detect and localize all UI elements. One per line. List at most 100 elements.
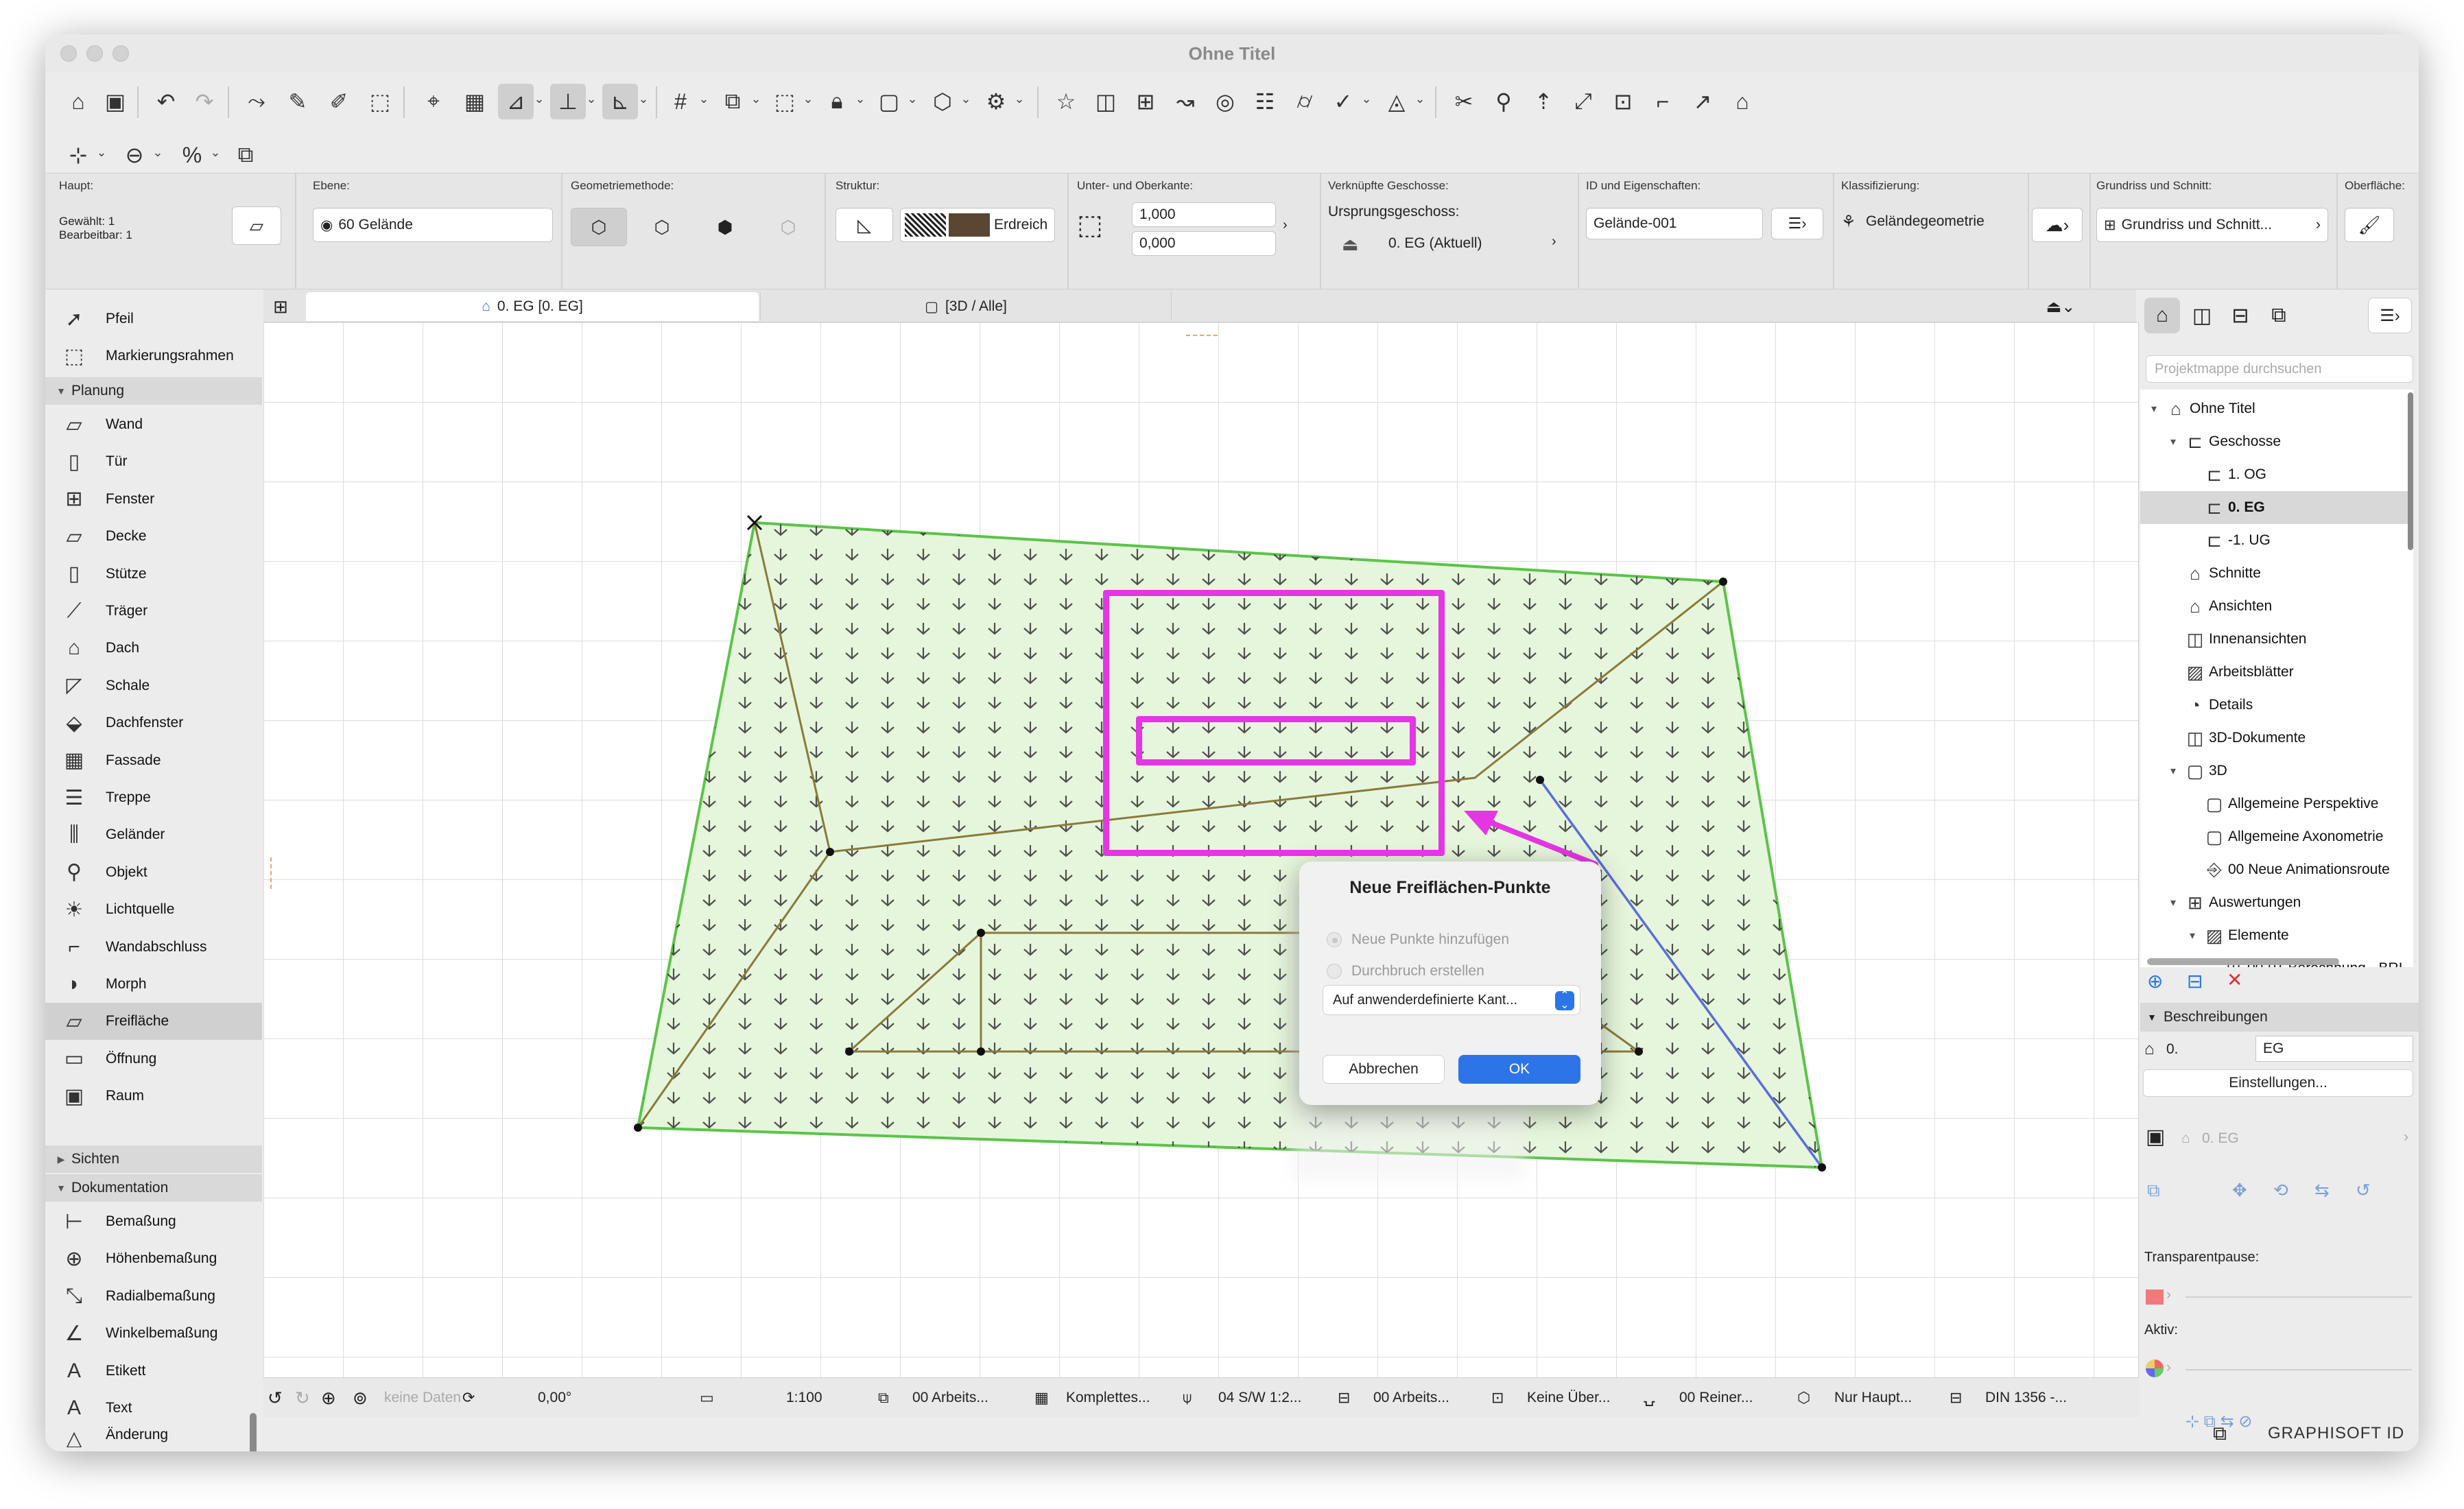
redo-icon[interactable]: ↷	[187, 84, 222, 119]
chevron-right-icon[interactable]: ›	[1283, 217, 1288, 233]
tree-item-generic-axonometry[interactable]: ▢ Allgemeine Axonometrie	[2140, 820, 2413, 853]
move-icon[interactable]: ✥	[2232, 1180, 2247, 1201]
tool-stair[interactable]: ☰ Treppe	[45, 779, 262, 816]
tool-railing[interactable]: ⫼ Geländer	[45, 816, 262, 853]
graphisoft-id-link[interactable]: GRAPHISOFT ID	[2268, 1424, 2404, 1443]
tool-marquee[interactable]: ⬚ Markierungsrahmen	[45, 337, 262, 375]
lock-icon[interactable]: 🔒︎	[819, 84, 855, 119]
chevron-down-icon[interactable]: ▾	[2184, 929, 2201, 942]
delete-icon[interactable]: ✕	[2227, 969, 2242, 991]
renovation-filter[interactable]: 00 Reiner...	[1679, 1378, 1753, 1418]
descriptions-section[interactable]: ▼ Beschreibungen	[2140, 1003, 2419, 1032]
tree-item-story-0eg[interactable]: ⊏ 0. EG	[2140, 491, 2413, 524]
tool-object[interactable]: ⚲ Objekt	[45, 854, 262, 891]
shape-icon[interactable]: ◬	[1379, 84, 1414, 119]
tool-radial-dimension[interactable]: ⤡ Radialbemaßung	[45, 1278, 262, 1315]
layer-combo-2[interactable]: 00 Arbeits...	[1373, 1378, 1449, 1418]
tree-item-worksheets[interactable]: ▨ Arbeitsblätter	[2140, 656, 2413, 689]
tool-wall-end[interactable]: ⌐ Wandabschluss	[45, 929, 262, 966]
tree-item-elements-folder[interactable]: ▾ ▨ Elemente	[2140, 919, 2413, 952]
trace-icon[interactable]: ⧉	[2147, 1180, 2160, 1202]
tree-horizontal-scrollbar[interactable]	[2147, 958, 2339, 965]
toolbox-scrollbar[interactable]	[250, 1413, 257, 1451]
scissors-icon[interactable]: ✂	[1446, 84, 1482, 119]
tool-door[interactable]: ▯ Tür	[45, 443, 262, 480]
pen-set-value[interactable]: 04 S/W 1:2...	[1218, 1378, 1301, 1418]
tab-3d[interactable]: ▢ [3D / Alle]	[760, 292, 1172, 321]
id-input[interactable]: Gelände-001	[1586, 208, 1763, 239]
tool-text[interactable]: A Text	[45, 1390, 262, 1427]
home-story-value[interactable]: 0. EG (Aktuell)	[1388, 235, 1482, 252]
tree-item-sections[interactable]: ⌂ Schnitte	[2140, 557, 2413, 590]
resize-icon[interactable]: ⊡	[1605, 84, 1641, 119]
chevron-down-icon[interactable]: ⌄	[1014, 92, 1025, 112]
rotation-angle[interactable]: 0,00°	[538, 1378, 571, 1418]
tree-item-details[interactable]: ◔ Details	[2140, 689, 2413, 722]
roof-icon[interactable]: ⌂	[1725, 84, 1760, 119]
snap-guides-icon[interactable]: ⊥	[550, 84, 586, 119]
tool-shell[interactable]: ◸ Schale	[45, 667, 262, 704]
floorplan-select[interactable]: ⊞ Grundriss und Schnitt... ›	[2096, 208, 2328, 242]
settings-panel-icon[interactable]: ⊟	[2187, 970, 2203, 993]
layer-combination[interactable]: 00 Arbeits...	[912, 1378, 988, 1418]
chevron-down-icon[interactable]: ⌄	[1361, 92, 1372, 112]
tool-change[interactable]: △ Änderung	[45, 1427, 262, 1447]
tree-item-project-root[interactable]: ▾ ⌂ Ohne Titel	[2140, 392, 2413, 425]
chevron-down-icon[interactable]: ⌄	[534, 92, 545, 112]
chevron-down-icon[interactable]: ⌄	[698, 92, 709, 112]
tree-item-3d-documents[interactable]: ◫ 3D-Dokumente	[2140, 722, 2413, 754]
radio-add-new-points[interactable]: Neue Punkte hinzufügen	[1327, 927, 1587, 952]
tool-wall[interactable]: ▱ Wand	[45, 406, 262, 443]
tool-label[interactable]: A Etikett	[45, 1353, 262, 1390]
chevron-down-icon[interactable]: ▾	[2146, 402, 2162, 416]
chevron-down-icon[interactable]: ⌄	[1414, 92, 1425, 112]
dimension-standard[interactable]: DIN 1356 -...	[1985, 1378, 2067, 1418]
selection-icon[interactable]: ⬚	[767, 84, 803, 119]
tool-level-dimension[interactable]: ⊕ Höhenbemaßung	[45, 1240, 262, 1277]
color-wheel-icon[interactable]	[2146, 1359, 2164, 1377]
tab-overview-icon[interactable]: ⊞	[263, 292, 298, 321]
undo-icon[interactable]: ↶	[148, 84, 184, 119]
copy-icon[interactable]: ⧉	[228, 137, 263, 173]
structure-type-button[interactable]: ◺	[836, 208, 893, 242]
graphic-override[interactable]: Keine Über...	[1527, 1378, 1610, 1418]
chevron-down-icon[interactable]: ⌄	[638, 92, 649, 112]
tool-angle-dimension[interactable]: ∠ Winkelbemaßung	[45, 1315, 262, 1352]
curve-icon[interactable]: ↗	[1685, 84, 1720, 119]
save-icon[interactable]: ▣	[97, 84, 133, 119]
transparency-slider[interactable]	[2185, 1296, 2412, 1298]
section-sichten[interactable]: ▶ Sichten	[45, 1145, 262, 1173]
subtract-icon[interactable]: ⊖	[117, 137, 152, 173]
tool-slab[interactable]: ▱ Decke	[45, 518, 262, 555]
chevron-down-icon[interactable]: ⌄	[960, 92, 971, 112]
story-name-input[interactable]: EG	[2255, 1036, 2413, 1062]
chevron-down-icon[interactable]: ⌄	[586, 92, 597, 112]
special-snap-icon[interactable]: ⊾	[602, 84, 638, 119]
tree-item-stories-folder[interactable]: ▾ ⊏ Geschosse	[2140, 425, 2413, 458]
reset-icon[interactable]: ↺	[2356, 1180, 2371, 1201]
tool-opening[interactable]: ▭ Öffnung	[45, 1041, 262, 1078]
tool-zone[interactable]: ▣ Raum	[45, 1078, 262, 1115]
tool-lamp[interactable]: ☀︎ Lichtquelle	[45, 891, 262, 928]
tool-dimension[interactable]: ⊢ Bemaßung	[45, 1203, 262, 1240]
add-to-selection-icon[interactable]: ⊹	[60, 137, 96, 173]
geometry-mesh-button[interactable]: ⬡	[760, 208, 816, 246]
pick-up-parameters-icon[interactable]: ⤳	[239, 84, 274, 119]
rotate-icon[interactable]: ⟲	[2273, 1180, 2288, 1201]
grid-snap-icon[interactable]: #	[663, 84, 698, 119]
chevron-right-icon[interactable]: ›	[1552, 234, 1556, 250]
properties-button[interactable]: ☰›	[1771, 208, 1823, 239]
coordinates-icon[interactable]: ▦	[457, 84, 493, 119]
chevron-down-icon[interactable]: ⌄	[210, 145, 221, 166]
zoom-in-icon[interactable]: ⊕	[321, 1378, 336, 1418]
surface-cloud-button[interactable]: ☁›	[2032, 208, 2083, 242]
3d-document-icon[interactable]: ◫	[1088, 84, 1124, 119]
edge-method-select[interactable]: Auf anwenderdefinierte Kant... ⌃ ⌄	[1323, 985, 1580, 1015]
inject-parameters-icon[interactable]: ✐	[321, 84, 357, 119]
surface-paint-button[interactable]: 🖌︎	[2345, 208, 2394, 242]
settings-button[interactable]: Einstellungen...	[2143, 1069, 2413, 1097]
geometry-top-button[interactable]: ⬡	[634, 208, 690, 246]
chevron-down-icon[interactable]: ⌄	[750, 92, 761, 112]
schedule-icon[interactable]: ☷	[1247, 84, 1283, 119]
navigator-search-input[interactable]: Projektmappe durchsuchen	[2146, 355, 2413, 383]
